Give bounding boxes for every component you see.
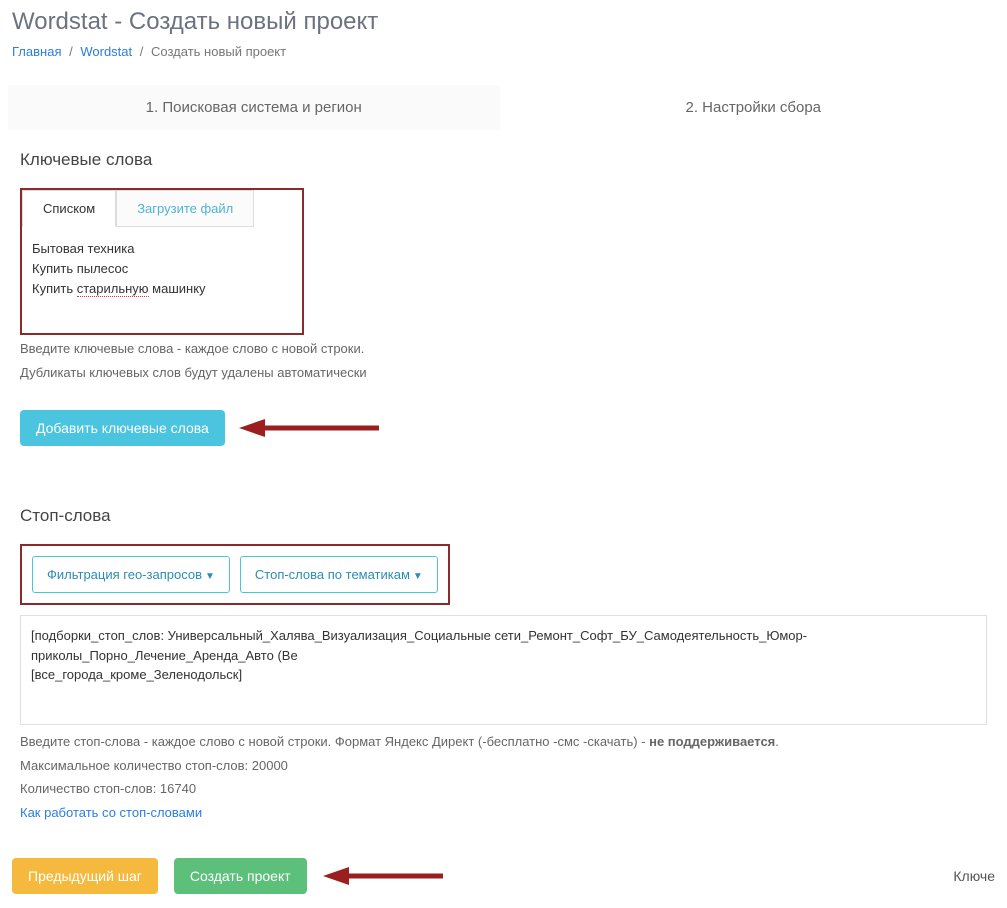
- stopwords-section-title: Стоп-слова: [20, 506, 987, 526]
- stopwords-help-2: Максимальное количество стоп-слов: 20000: [20, 756, 987, 776]
- arrow-icon: [239, 416, 379, 440]
- breadcrumb-sep: /: [69, 44, 73, 59]
- geo-filter-dropdown[interactable]: Фильтрация гео-запросов▼: [32, 556, 230, 593]
- add-keywords-button[interactable]: Добавить ключевые слова: [20, 410, 225, 446]
- tab-upload-file[interactable]: Загрузите файл: [116, 190, 254, 227]
- step-tabs: 1. Поисковая система и регион 2. Настрой…: [8, 85, 999, 130]
- keyword-line: Купить пылесос: [32, 259, 292, 279]
- arrow-icon: [323, 864, 443, 888]
- chevron-down-icon: ▼: [413, 571, 423, 582]
- create-project-button[interactable]: Создать проект: [174, 858, 307, 894]
- tab-list-mode[interactable]: Списком: [22, 190, 116, 227]
- breadcrumb-wordstat[interactable]: Wordstat: [80, 44, 132, 59]
- keywords-highlight-box: Списком Загрузите файл Бытовая техника К…: [20, 188, 304, 335]
- keyword-line: Бытовая техника: [32, 239, 292, 259]
- chevron-down-icon: ▼: [205, 571, 215, 582]
- stopwords-textarea[interactable]: [20, 615, 987, 725]
- breadcrumb-current: Создать новый проект: [151, 44, 286, 59]
- keywords-help-2: Дубликаты ключевых слов будут удалены ав…: [20, 363, 987, 383]
- stopwords-help-1: Введите стоп-слова - каждое слово с ново…: [20, 732, 987, 752]
- footer-right-text: Ключе: [953, 868, 995, 884]
- breadcrumb-sep: /: [140, 44, 144, 59]
- keyword-line: Купить старильную машинку: [32, 279, 292, 299]
- spell-error: старильную: [77, 281, 149, 297]
- stopwords-help-link[interactable]: Как работать со стоп-словами: [20, 805, 202, 820]
- breadcrumb-home[interactable]: Главная: [12, 44, 61, 59]
- stopwords-highlight-box: Фильтрация гео-запросов▼ Стоп-слова по т…: [20, 544, 450, 605]
- page-title: Wordstat - Создать новый проект: [0, 0, 1007, 40]
- prev-step-button[interactable]: Предыдущий шаг: [12, 858, 158, 894]
- breadcrumb: Главная / Wordstat / Создать новый проек…: [0, 40, 1007, 73]
- keywords-help-1: Введите ключевые слова - каждое слово с …: [20, 339, 987, 359]
- tab-step-2[interactable]: 2. Настройки сбора: [508, 85, 1000, 130]
- keywords-textarea[interactable]: Бытовая техника Купить пылесос Купить ст…: [22, 227, 302, 333]
- stopwords-topic-dropdown[interactable]: Стоп-слова по тематикам▼: [240, 556, 438, 593]
- tab-step-1[interactable]: 1. Поисковая система и регион: [8, 85, 500, 130]
- stopwords-help-3: Количество стоп-слов: 16740: [20, 779, 987, 799]
- keywords-section-title: Ключевые слова: [20, 150, 987, 170]
- footer-bar: Предыдущий шаг Создать проект Ключе: [0, 842, 1007, 908]
